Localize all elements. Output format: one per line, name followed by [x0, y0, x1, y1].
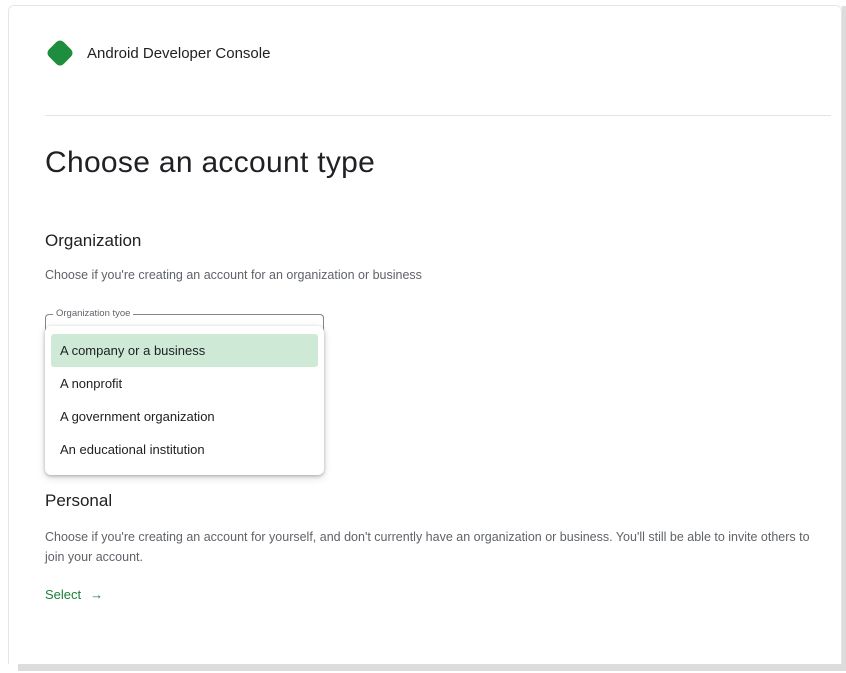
select-label: Select — [45, 587, 82, 602]
organization-type-dropdown: A company or a business A nonprofit A go… — [45, 326, 324, 475]
option-government[interactable]: A government organization — [51, 400, 318, 433]
personal-description: Choose if you're creating an account for… — [45, 530, 810, 564]
page-title: Choose an account type — [45, 146, 376, 179]
card-shadow-right — [842, 6, 846, 671]
organization-description: Choose if you're creating an account for… — [45, 268, 422, 282]
brand-header: Android Developer Console — [46, 39, 270, 67]
app-name: Android Developer Console — [87, 44, 271, 62]
account-type-card: Android Developer Console Choose an acco… — [8, 5, 842, 664]
arrow-right-icon: → — [90, 587, 104, 602]
organization-type-label: Organization tyoe — [53, 308, 134, 320]
personal-select-link[interactable]: Select → — [45, 587, 103, 602]
organization-title: Organization — [45, 231, 142, 250]
header-divider — [45, 115, 831, 116]
option-nonprofit[interactable]: A nonprofit — [51, 367, 318, 400]
option-company[interactable]: A company or a business — [51, 334, 318, 367]
card-shadow-bottom — [18, 664, 846, 671]
personal-title: Personal — [45, 491, 113, 510]
option-educational[interactable]: An educational institution — [51, 433, 318, 466]
logo-icon — [47, 40, 73, 66]
